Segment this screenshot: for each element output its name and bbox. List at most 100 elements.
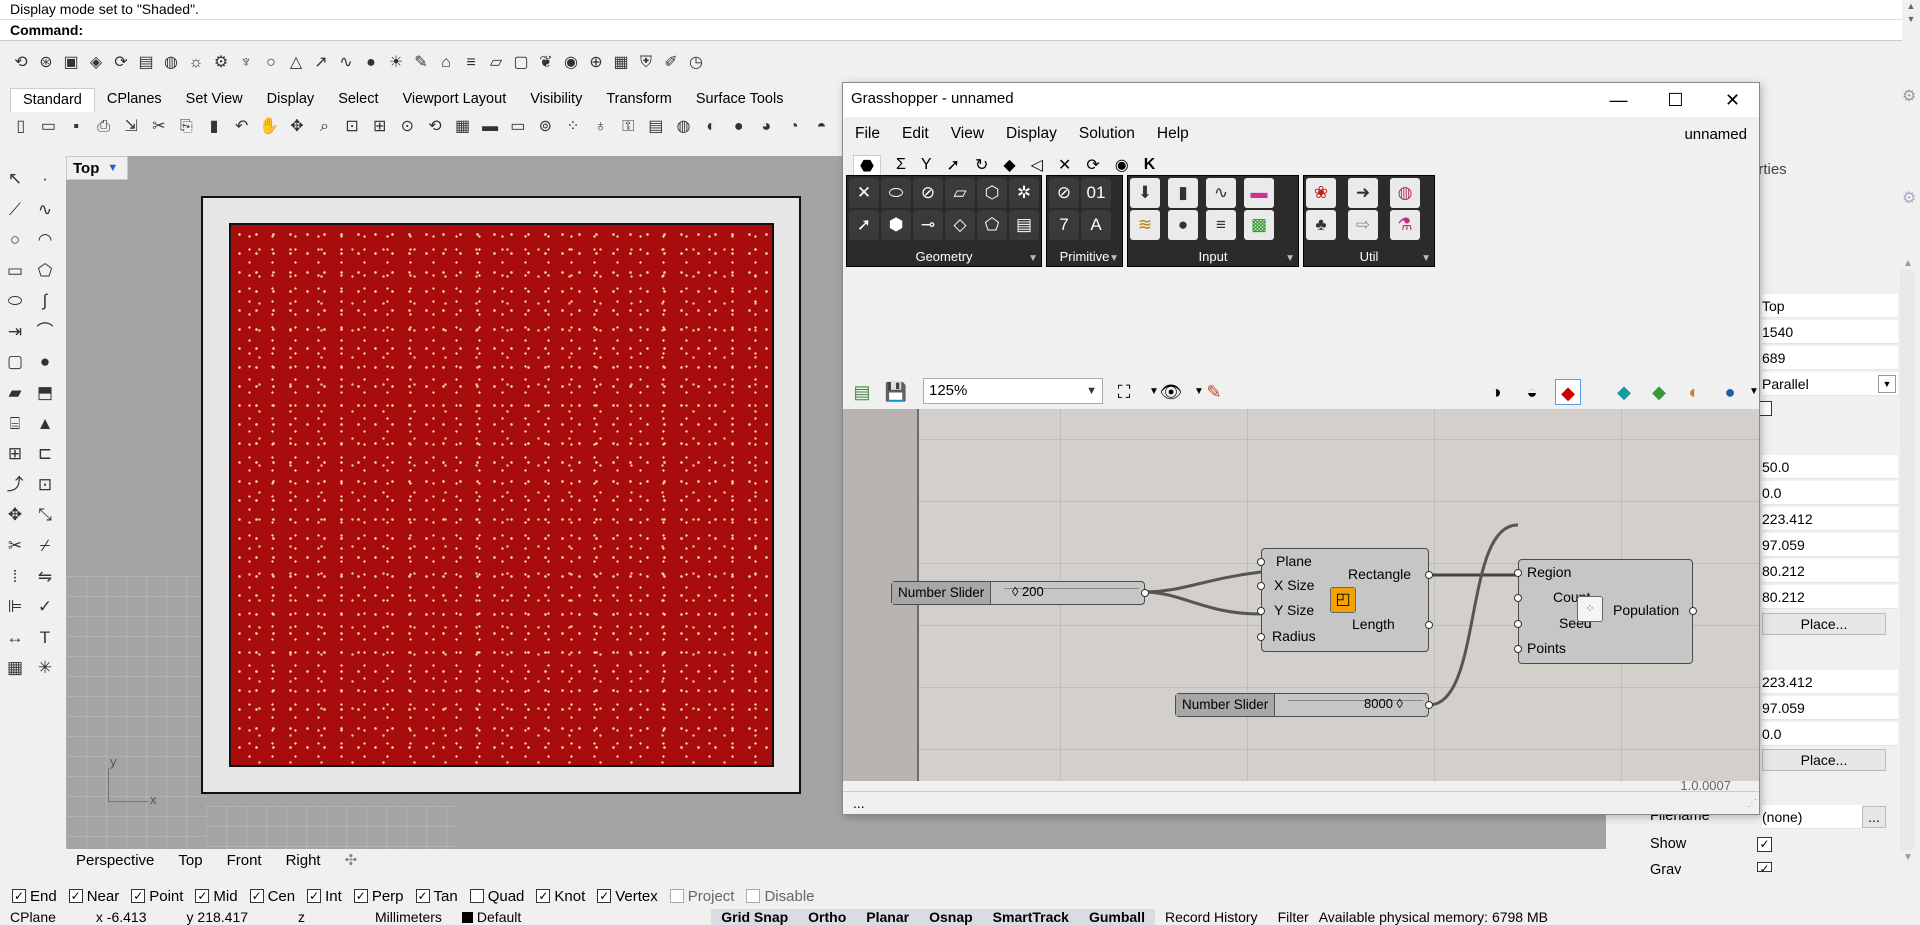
- lock-icon[interactable]: ⚿: [617, 116, 639, 138]
- gh-tab-params-icon[interactable]: ⬣: [853, 154, 881, 176]
- status-osnap[interactable]: Osnap: [919, 909, 983, 925]
- osnap-perp[interactable]: ✓ Perp: [353, 888, 404, 905]
- gh-save-icon[interactable]: 💾: [883, 379, 909, 405]
- grid-icon[interactable]: ▦: [610, 52, 632, 74]
- sketch-icon[interactable]: ✎: [1201, 379, 1227, 405]
- status-planar[interactable]: Planar: [856, 909, 920, 925]
- color-icon[interactable]: ◍: [1390, 178, 1420, 208]
- selected-preview-icon[interactable]: ◆: [1555, 379, 1581, 405]
- status-record-history[interactable]: Record History: [1155, 909, 1268, 925]
- pop-port-region[interactable]: [1514, 569, 1522, 577]
- osnap-checkbox[interactable]: ✓: [68, 889, 83, 903]
- param-surface-icon[interactable]: ▱: [945, 178, 975, 208]
- gh-tab-display-icon[interactable]: ◉: [1115, 155, 1129, 175]
- osnap-checkbox[interactable]: ✓: [353, 889, 368, 903]
- slider-icon[interactable]: ≋: [1130, 210, 1160, 240]
- osnap-checkbox[interactable]: [669, 889, 684, 903]
- prop-height[interactable]: 689: [1762, 346, 1898, 370]
- prop-lens[interactable]: 50.0: [1762, 455, 1898, 479]
- osnap-checkbox[interactable]: ✓: [195, 889, 210, 903]
- pop-port-points[interactable]: [1514, 645, 1522, 653]
- relay-icon[interactable]: ⇨: [1348, 210, 1378, 240]
- car-icon[interactable]: ▬: [479, 116, 501, 138]
- maximize-icon[interactable]: ☐: [1647, 83, 1704, 117]
- prop-width[interactable]: 1540: [1762, 320, 1898, 344]
- polygon-icon[interactable]: ⬠: [34, 260, 56, 286]
- cplane-icon[interactable]: ⊚: [535, 116, 557, 138]
- split-icon[interactable]: ⌿: [34, 535, 56, 561]
- matrix-icon[interactable]: ▩: [1244, 210, 1274, 240]
- shape-icon[interactable]: ◈: [85, 52, 107, 74]
- colors-icon[interactable]: ◐: [700, 116, 722, 138]
- status-gumball[interactable]: Gumball: [1078, 909, 1155, 925]
- gh-menu-help[interactable]: Help: [1157, 125, 1189, 143]
- network-icon[interactable]: ⊕: [585, 52, 607, 74]
- undo-redo-icon[interactable]: ⟲: [10, 52, 32, 74]
- grid-icon[interactable]: ▦: [452, 116, 474, 138]
- surface-icon[interactable]: ▰: [4, 382, 26, 408]
- extrude-icon[interactable]: ⬒: [34, 382, 56, 408]
- param-delete-icon[interactable]: ✕: [849, 178, 879, 208]
- cherry-icon[interactable]: ❀: [1306, 178, 1336, 208]
- status-filter[interactable]: Filter: [1268, 909, 1319, 925]
- osnap-disable[interactable]: Disable: [746, 888, 815, 905]
- box-icon[interactable]: ▢: [510, 52, 532, 74]
- clock-icon[interactable]: ◷: [685, 52, 707, 74]
- gh-menu-view[interactable]: View: [951, 125, 984, 143]
- align-icon[interactable]: ⊫: [4, 596, 26, 622]
- settings-sphere-icon[interactable]: ●: [1717, 379, 1743, 405]
- new-icon[interactable]: ▯: [10, 116, 32, 138]
- extend-icon[interactable]: ⇥: [4, 321, 26, 347]
- param-group-icon[interactable]: ▤: [1009, 210, 1039, 240]
- number-slider-1[interactable]: Number Slider ◊ 200: [891, 581, 1149, 605]
- osnap-checkbox[interactable]: ✓: [131, 889, 146, 903]
- properties-scroll-down-icon[interactable]: ▼: [1903, 852, 1913, 863]
- zoom-icon[interactable]: ⌕: [314, 116, 336, 138]
- paste-icon[interactable]: ▮: [203, 116, 225, 138]
- gh-tab-transform-icon[interactable]: ⟳: [1086, 155, 1099, 175]
- osnap-checkbox[interactable]: [746, 889, 761, 903]
- gh-tab-mesh-icon[interactable]: ◁: [1031, 155, 1043, 175]
- pipe-icon[interactable]: ⊏: [34, 443, 56, 469]
- osnap-checkbox[interactable]: ✓: [12, 889, 26, 903]
- circle-icon[interactable]: ○: [4, 229, 26, 255]
- print-icon[interactable]: ⎙: [93, 116, 115, 138]
- render-icon[interactable]: ☼: [185, 52, 207, 74]
- osnap-quad[interactable]: Quad: [469, 888, 524, 905]
- array-icon[interactable]: ⁞: [4, 566, 26, 592]
- gray-checkbox[interactable]: ✓: [1757, 862, 1772, 872]
- gh-tab-curve-icon[interactable]: ↻: [975, 155, 988, 175]
- status-smarttrack[interactable]: SmartTrack: [982, 909, 1079, 925]
- properties-scroll-up-icon[interactable]: ▲: [1903, 258, 1913, 269]
- slider1-value[interactable]: ◊ 200: [1012, 584, 1044, 599]
- param-number-icon[interactable]: 7: [1049, 210, 1079, 240]
- osnap-checkbox[interactable]: ✓: [307, 889, 322, 903]
- curve-icon[interactable]: ∿: [34, 199, 56, 225]
- cube-icon[interactable]: ▣: [60, 52, 82, 74]
- render2-icon[interactable]: ◓: [811, 116, 833, 138]
- properties-gear-icon[interactable]: ⚙: [1902, 86, 1916, 106]
- graph-icon[interactable]: ∿: [1206, 178, 1236, 208]
- render-preview-icon[interactable]: ◐: [1681, 379, 1707, 405]
- param-vector-icon[interactable]: ➚: [849, 210, 879, 240]
- viewport-title[interactable]: Top ▼: [66, 156, 128, 180]
- analysis-icon[interactable]: ⌂: [435, 52, 457, 74]
- osnap-icon[interactable]: ⊛: [35, 52, 57, 74]
- param-field-icon[interactable]: ✲: [1009, 178, 1039, 208]
- viewport-tab-top[interactable]: Top: [168, 852, 212, 869]
- osnap-int[interactable]: ✓ Int: [307, 888, 342, 905]
- param-mesh-icon[interactable]: ⬢: [881, 210, 911, 240]
- viewport-tab-perspective[interactable]: Perspective: [66, 852, 164, 869]
- place-target-button[interactable]: Place...: [1762, 749, 1886, 771]
- osnap-checkbox[interactable]: ✓: [536, 889, 551, 903]
- sphere-icon[interactable]: ●: [360, 52, 382, 74]
- status-layer[interactable]: Default: [452, 909, 531, 925]
- gh-titlebar[interactable]: Grasshopper - unnamed — ☐ ✕: [843, 83, 1759, 117]
- param-line-icon[interactable]: ⊸: [913, 210, 943, 240]
- lamp-icon[interactable]: ♆: [235, 52, 257, 74]
- number-slider-2[interactable]: Number Slider 8000 ◊: [1175, 693, 1433, 717]
- arrow-right-icon[interactable]: ➜: [1348, 178, 1378, 208]
- osnap-vertex[interactable]: ✓ Vertex: [597, 888, 658, 905]
- viewport-tab-right[interactable]: Right: [276, 852, 331, 869]
- group-icon[interactable]: ⊡: [34, 474, 56, 500]
